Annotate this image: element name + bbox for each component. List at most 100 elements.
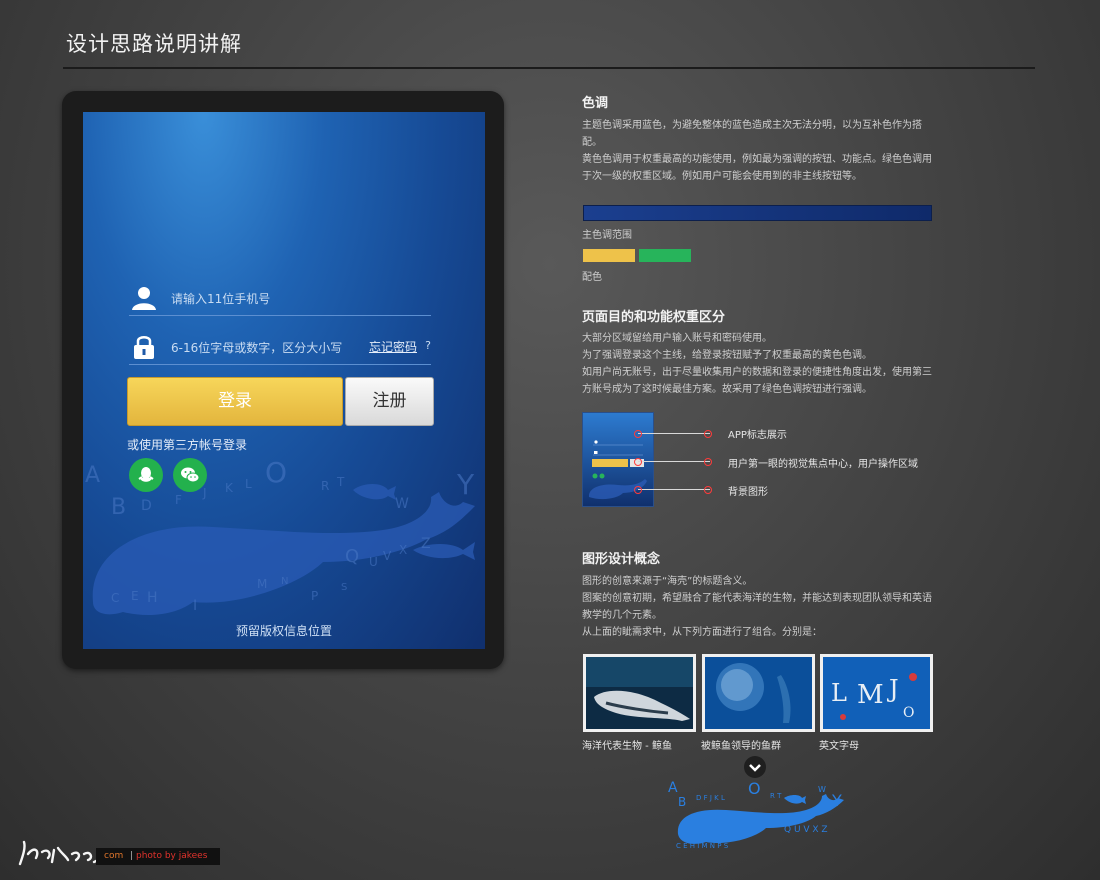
callout-dot xyxy=(634,458,642,466)
purpose-paragraph: 如用户尚无账号，出于尽量收集用户的数据和登录的便捷性角度出发，使用第三方账号成为… xyxy=(582,367,932,395)
svg-text:R T: R T xyxy=(770,792,782,800)
letters-photo: L M J O xyxy=(820,654,933,732)
svg-text:C E H I M N P S: C E H I M N P S xyxy=(676,842,729,850)
green-swatch xyxy=(639,249,691,262)
svg-text:H: H xyxy=(147,590,158,606)
svg-text:N: N xyxy=(281,576,288,587)
svg-text:L: L xyxy=(831,679,847,707)
register-button[interactable]: 注册 xyxy=(345,377,434,426)
purpose-paragraph: 为了强调登录这个主线，给登录按钮赋予了权重最高的黄色色调。 xyxy=(582,350,872,361)
svg-text:L: L xyxy=(245,477,252,491)
svg-text:B: B xyxy=(678,795,686,809)
wechat-icon xyxy=(181,467,200,483)
svg-text:D: D xyxy=(141,498,152,514)
svg-text:Q: Q xyxy=(345,546,359,567)
purpose-section-text: 大部分区域留给用户输入账号和密码使用。 为了强调登录这个主线，给登录按钮赋予了权… xyxy=(582,330,932,398)
svg-text:Q U V X Z: Q U V X Z xyxy=(784,825,828,835)
callout-line-focus xyxy=(638,461,710,462)
svg-text:R: R xyxy=(321,479,329,493)
svg-text:C: C xyxy=(111,591,119,605)
jakees-signature-logo xyxy=(18,840,103,866)
callout-dot xyxy=(704,458,712,466)
callout-dot xyxy=(704,430,712,438)
watermark-separator: | xyxy=(130,851,134,861)
svg-text:Y: Y xyxy=(831,791,842,810)
scroll-down-button[interactable] xyxy=(744,756,766,778)
svg-text:D F J K L: D F J K L xyxy=(696,794,725,802)
thumbnail-graphic xyxy=(583,413,653,506)
concept-section-heading: 图形设计概念 xyxy=(582,552,661,567)
svg-text:O: O xyxy=(903,705,914,721)
color-paragraph: 主题色调采用蓝色，为避免整体的蓝色造成主次无法分明，以为互补色作为搭配。 xyxy=(582,120,922,148)
svg-text:S: S xyxy=(341,582,347,593)
accent-color-caption: 配色 xyxy=(582,272,602,283)
callout-line-logo xyxy=(638,433,710,434)
fish-school-photo xyxy=(702,654,815,732)
svg-text:F: F xyxy=(175,493,182,507)
purpose-section-heading: 页面目的和功能权重区分 xyxy=(582,310,726,325)
concept-section-text: 图形的创意来源于“海壳”的标题含义。 图案的创意初期，希望融合了能代表海洋的生物… xyxy=(582,573,932,641)
copyright-placeholder: 预留版权信息位置 xyxy=(235,624,332,638)
forgot-password-link[interactable]: 忘记密码 xyxy=(369,338,417,355)
concept-paragraph: 从上面的眦需求中，从下列方面进行了组合。分别是： xyxy=(582,627,822,638)
page-title: 设计思路说明讲解 xyxy=(66,32,242,56)
svg-text:B: B xyxy=(111,495,126,520)
login-screen-thumbnail xyxy=(582,412,654,507)
svg-text:O: O xyxy=(748,779,761,798)
callout-dot xyxy=(704,486,712,494)
svg-text:Y: Y xyxy=(456,468,475,501)
password-input[interactable]: 6-16位字母或数字，区分大小写 xyxy=(171,339,342,356)
phone-field[interactable]: 请输入11位手机号 xyxy=(129,283,431,316)
svg-text:V: V xyxy=(383,549,392,563)
whale-logo-graphic: A B D F J K L O R T W Y Q U V X Z C E H … xyxy=(668,779,844,850)
help-question-mark[interactable]: ? xyxy=(425,339,431,352)
user-icon xyxy=(132,287,156,310)
callout-label-background: 背景图形 xyxy=(728,487,768,498)
callout-line-background xyxy=(638,489,710,490)
callout-label-logo: APP标志展示 xyxy=(728,430,787,441)
main-color-range-caption: 主色调范围 xyxy=(582,230,632,241)
lock-icon xyxy=(134,336,154,359)
watermark-credit: photo by jakees xyxy=(136,851,208,861)
svg-text:W: W xyxy=(395,496,409,512)
svg-text:M: M xyxy=(257,577,267,591)
color-section-heading: 色调 xyxy=(582,96,609,111)
concept-paragraph: 图案的创意初期，希望融合了能代表海洋的生物，并能达到表现团队领导和英语教学的几个… xyxy=(582,593,932,621)
wechat-login-button[interactable] xyxy=(173,458,207,492)
yellow-swatch xyxy=(583,249,635,262)
color-paragraph: 黄色色调用于权重最高的功能使用，例如最为强调的按钮、功能点。绿色色调用于次一级的… xyxy=(582,154,932,182)
qq-login-button[interactable] xyxy=(129,458,163,492)
chevron-down-icon xyxy=(749,764,761,772)
svg-text:P: P xyxy=(311,589,318,603)
svg-text:A: A xyxy=(668,780,678,796)
watermark-com: com | xyxy=(104,851,133,861)
title-divider xyxy=(63,67,1035,69)
callout-dot xyxy=(634,486,642,494)
whale-photo-caption: 海洋代表生物 - 鲸鱼 xyxy=(582,741,672,752)
concept-paragraph: 图形的创意来源于“海壳”的标题含义。 xyxy=(582,576,753,587)
svg-text:O: O xyxy=(265,456,287,489)
fish-school-photo-caption: 被鲸鱼领导的鱼群 xyxy=(701,741,781,752)
watermark-com-text: com xyxy=(104,851,124,861)
login-button[interactable]: 登录 xyxy=(127,377,343,426)
svg-text:U: U xyxy=(369,555,378,569)
svg-text:M: M xyxy=(857,680,884,710)
svg-text:Z: Z xyxy=(421,536,431,552)
svg-text:X: X xyxy=(399,543,407,557)
svg-text:T: T xyxy=(336,475,345,489)
login-screen: A B D F J K L O R T W Y Q U V X Z C E H xyxy=(83,112,485,649)
third-party-login-text: 或使用第三方帐号登录 xyxy=(127,438,248,452)
tablet-mockup: A B D F J K L O R T W Y Q U V X Z C E H xyxy=(62,91,504,669)
color-section-text: 主题色调采用蓝色，为避免整体的蓝色造成主次无法分明，以为互补色作为搭配。 黄色色… xyxy=(582,117,932,185)
phone-input[interactable]: 请输入11位手机号 xyxy=(171,290,270,307)
callout-dot xyxy=(634,430,642,438)
svg-text:K: K xyxy=(225,481,234,495)
svg-text:A: A xyxy=(85,463,100,488)
callout-label-focus: 用户第一眼的视觉焦点中心，用户操作区域 xyxy=(728,459,918,470)
whale-photo xyxy=(583,654,696,732)
password-field[interactable]: 6-16位字母或数字，区分大小写 忘记密码 ? xyxy=(129,332,431,365)
svg-text:W: W xyxy=(818,785,826,794)
main-color-range-swatch xyxy=(583,205,932,221)
svg-text:J: J xyxy=(202,486,207,500)
letters-photo-caption: 英文字母 xyxy=(819,741,859,752)
